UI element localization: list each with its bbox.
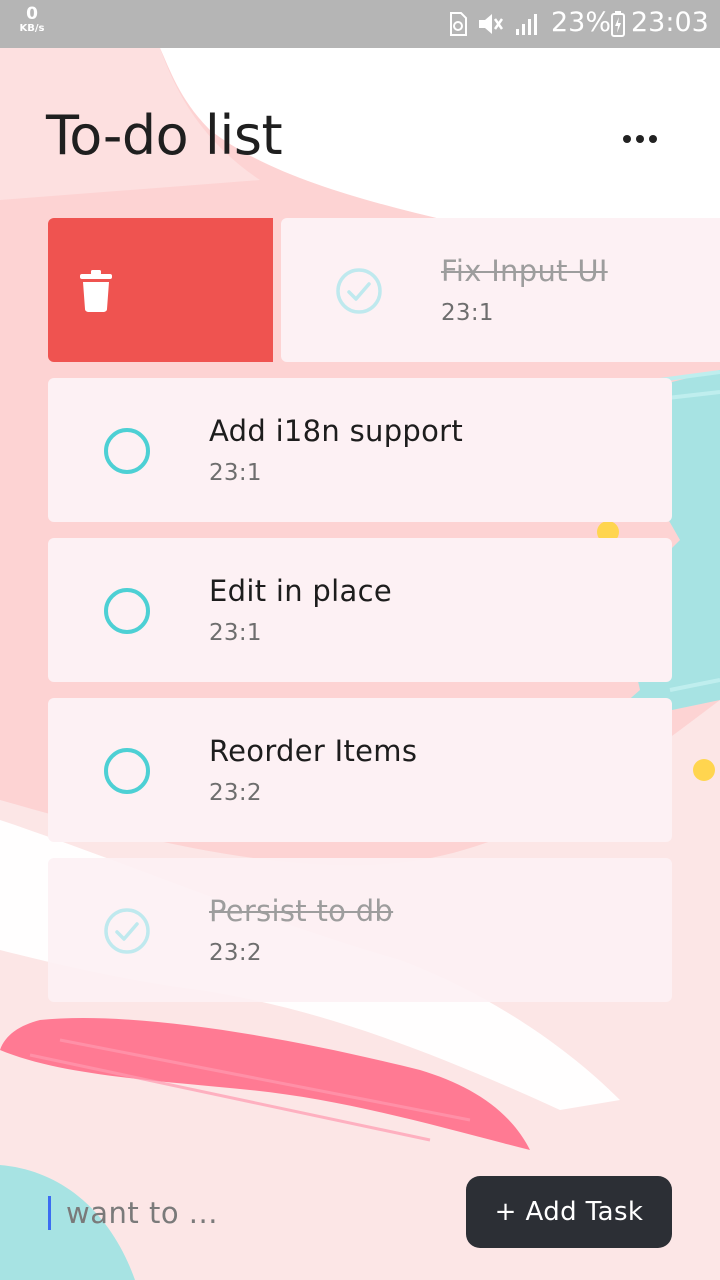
- checked-circle-icon[interactable]: [336, 268, 382, 314]
- status-icons: [448, 10, 540, 38]
- more-dot: [623, 135, 631, 143]
- trash-icon: [80, 270, 112, 312]
- recycle-sim-icon: [450, 12, 467, 36]
- task-title: Persist to db: [209, 894, 394, 928]
- status-bar: 0 KB/s 23% 23:03: [0, 0, 720, 48]
- unchecked-circle-icon[interactable]: [104, 748, 150, 794]
- network-speed-unit: KB/s: [19, 23, 45, 34]
- mute-icon: [479, 14, 504, 34]
- page-title: To-do list: [46, 104, 283, 167]
- new-task-input[interactable]: [48, 1186, 448, 1240]
- task-time: 23:1: [209, 460, 262, 486]
- more-dot: [636, 135, 644, 143]
- delete-swipe-action[interactable]: [48, 218, 273, 362]
- unchecked-circle-icon[interactable]: [104, 588, 150, 634]
- task-time: 23:1: [441, 300, 494, 326]
- text-caret: [48, 1196, 51, 1230]
- clock: 23:03: [631, 7, 709, 38]
- network-speed-value: 0: [26, 4, 38, 24]
- task-title: Edit in place: [209, 574, 392, 608]
- task-card[interactable]: Fix Input UI 23:1: [281, 218, 720, 362]
- task-card[interactable]: Reorder Items 23:2: [48, 698, 672, 842]
- task-time: 23:2: [209, 940, 262, 966]
- task-card[interactable]: Add i18n support 23:1: [48, 378, 672, 522]
- task-time: 23:1: [209, 620, 262, 646]
- task-card[interactable]: Edit in place 23:1: [48, 538, 672, 682]
- battery-charging-icon: [611, 11, 625, 37]
- network-speed: 0 KB/s: [14, 6, 50, 34]
- add-task-button[interactable]: + Add Task: [466, 1176, 672, 1248]
- battery-percent: 23%: [551, 7, 612, 38]
- task-card[interactable]: Persist to db 23:2: [48, 858, 672, 1002]
- task-title: Reorder Items: [209, 734, 418, 768]
- more-dot: [649, 135, 657, 143]
- task-title: Fix Input UI: [441, 254, 608, 288]
- signal-icon: [516, 14, 537, 35]
- checked-circle-icon[interactable]: [104, 908, 150, 954]
- task-title: Add i18n support: [209, 414, 464, 448]
- task-time: 23:2: [209, 780, 262, 806]
- unchecked-circle-icon[interactable]: [104, 428, 150, 474]
- more-menu-button[interactable]: [614, 122, 666, 156]
